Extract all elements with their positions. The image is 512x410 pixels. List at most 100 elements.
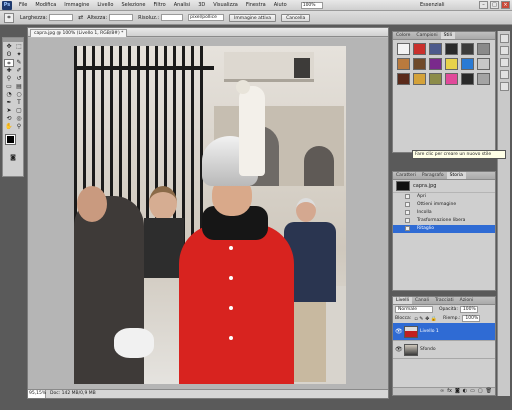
document-tab[interactable]: capra.jpg @ 100% (Livello 1, RGB/8#) * [30,29,128,37]
style-swatch[interactable] [429,58,442,70]
history-step[interactable]: Trasformazione libera [393,217,495,225]
history-step[interactable]: Ritaglio [393,225,495,233]
layer-style-icon[interactable]: fx [447,388,452,395]
opacity-field[interactable]: 100% [459,306,478,313]
workspace-switcher[interactable]: Essenziali [420,2,444,8]
clone-stamp-tool-icon[interactable]: ⚲ [4,75,14,83]
lasso-tool-icon[interactable]: ʘ [4,51,14,59]
width-field[interactable] [49,14,74,21]
close-button[interactable]: × [501,1,510,9]
zoom-tool-icon[interactable]: ⚲ [14,123,24,131]
new-layer-icon[interactable]: ▢ [478,388,483,395]
eyedropper-tool-icon[interactable]: ✎ [14,59,24,67]
history-step[interactable]: Apri [393,193,495,201]
maximize-button[interactable]: □ [490,1,499,9]
tab-tracciati[interactable]: Tracciati [432,297,457,304]
menu-analisi[interactable]: Analisi [170,0,194,11]
masks-icon[interactable] [500,82,509,91]
group-icon[interactable]: ▭ [470,388,475,395]
style-swatch[interactable] [397,73,410,85]
quick-mask-icon[interactable]: ◙ [3,154,23,162]
history-step[interactable]: Incolla [393,209,495,217]
crop-tool-icon[interactable]: ⌗ [4,12,14,23]
lock-icons[interactable]: ▫ ✎ ✥ 🔒 [414,316,437,322]
tab-colore[interactable]: Colore [393,32,413,39]
style-swatch[interactable] [413,43,426,55]
mask-icon[interactable]: ◙ [455,388,460,395]
tab-stili[interactable]: Stili [440,32,456,39]
3d-rotate-tool-icon[interactable]: ⟲ [4,115,14,123]
visibility-eye-icon[interactable]: 👁 [395,346,403,353]
fill-field[interactable]: 100% [462,315,481,322]
menu-file[interactable]: File [15,0,31,11]
history-snapshot[interactable]: capra.jpg [393,180,495,193]
style-swatch[interactable] [413,58,426,70]
layer-row[interactable]: 👁 Sfondo [393,341,495,359]
style-swatch[interactable] [461,73,474,85]
canvas-area[interactable] [28,38,388,390]
document-info[interactable]: Doc: 142 MB/0,9 MB [46,390,96,398]
photo-canvas[interactable] [74,46,346,384]
tab-caratteri[interactable]: Caratteri [393,172,419,179]
adjustments-icon[interactable] [500,70,509,79]
blend-mode-select[interactable]: Normale [395,306,433,313]
menu-immagine[interactable]: Immagine [60,0,93,11]
style-swatch[interactable] [413,73,426,85]
type-tool-icon[interactable]: T [14,99,24,107]
style-swatch[interactable] [429,43,442,55]
crop-tool-active-icon[interactable]: ⌗ [4,59,14,67]
clear-button[interactable]: Cancella [281,13,311,22]
trash-icon[interactable]: 🗑 [486,388,492,395]
menu-modifica[interactable]: Modifica [31,0,60,11]
marquee-tool-icon[interactable]: ⬚ [14,43,24,51]
style-swatch[interactable] [397,43,410,55]
resolution-unit-select[interactable]: pixel/pollice [188,14,225,21]
link-layers-icon[interactable]: ∞ [440,388,444,395]
style-swatch[interactable] [461,43,474,55]
layer-row[interactable]: 👁 Livello 1 [393,323,495,341]
style-swatch[interactable] [461,58,474,70]
zoom-level-field[interactable]: 100% [300,1,323,9]
tab-campioni[interactable]: Campioni [413,32,440,39]
blur-tool-icon[interactable]: ◔ [4,91,14,99]
foreground-color[interactable] [5,134,16,145]
tab-livelli[interactable]: Livelli [393,297,412,304]
dodge-tool-icon[interactable]: ○ [14,91,24,99]
shape-tool-icon[interactable]: ▢ [14,107,24,115]
tab-storia[interactable]: Storia [446,172,466,179]
menu-aiuto[interactable]: Aiuto [270,0,291,11]
menu-filtro[interactable]: Filtro [149,0,169,11]
resolution-field[interactable] [161,14,184,21]
style-swatch[interactable] [445,43,458,55]
healing-tool-icon[interactable]: ✚ [4,67,14,75]
history-step[interactable]: Ottieni immagine [393,201,495,209]
navigator-icon[interactable] [500,34,509,43]
3d-orbit-tool-icon[interactable]: ◎ [14,115,24,123]
menu-livello[interactable]: Livello [93,0,117,11]
style-swatch[interactable] [429,73,442,85]
hand-tool-icon[interactable]: ✋ [4,123,14,131]
height-field[interactable] [109,14,134,21]
status-zoom-field[interactable]: 95,15% [28,390,46,398]
swap-dimensions-icon[interactable]: ⇄ [78,14,83,21]
eraser-tool-icon[interactable]: ▭ [4,83,14,91]
menu-3d[interactable]: 3D [194,0,209,11]
pen-tool-icon[interactable]: ✒ [4,99,14,107]
tab-canali[interactable]: Canali [412,297,432,304]
menu-visualizza[interactable]: Visualizza [209,0,242,11]
info-icon[interactable] [500,58,509,67]
tab-azioni[interactable]: Azioni [457,297,477,304]
history-brush-tool-icon[interactable]: ↺ [14,75,24,83]
style-swatch[interactable] [477,73,490,85]
minimize-button[interactable]: – [479,1,488,9]
style-swatch[interactable] [477,58,490,70]
tab-paragrafo[interactable]: Paragrafo [419,172,447,179]
path-selection-tool-icon[interactable]: ➤ [4,107,14,115]
magic-wand-tool-icon[interactable]: ✦ [14,51,24,59]
gradient-tool-icon[interactable]: ▤ [14,83,24,91]
menu-finestra[interactable]: Finestra [242,0,270,11]
visibility-eye-icon[interactable]: 👁 [395,328,403,335]
adjustment-layer-icon[interactable]: ◐ [463,388,467,395]
menu-selezione[interactable]: Selezione [117,0,149,11]
move-tool-icon[interactable]: ✥ [4,43,14,51]
